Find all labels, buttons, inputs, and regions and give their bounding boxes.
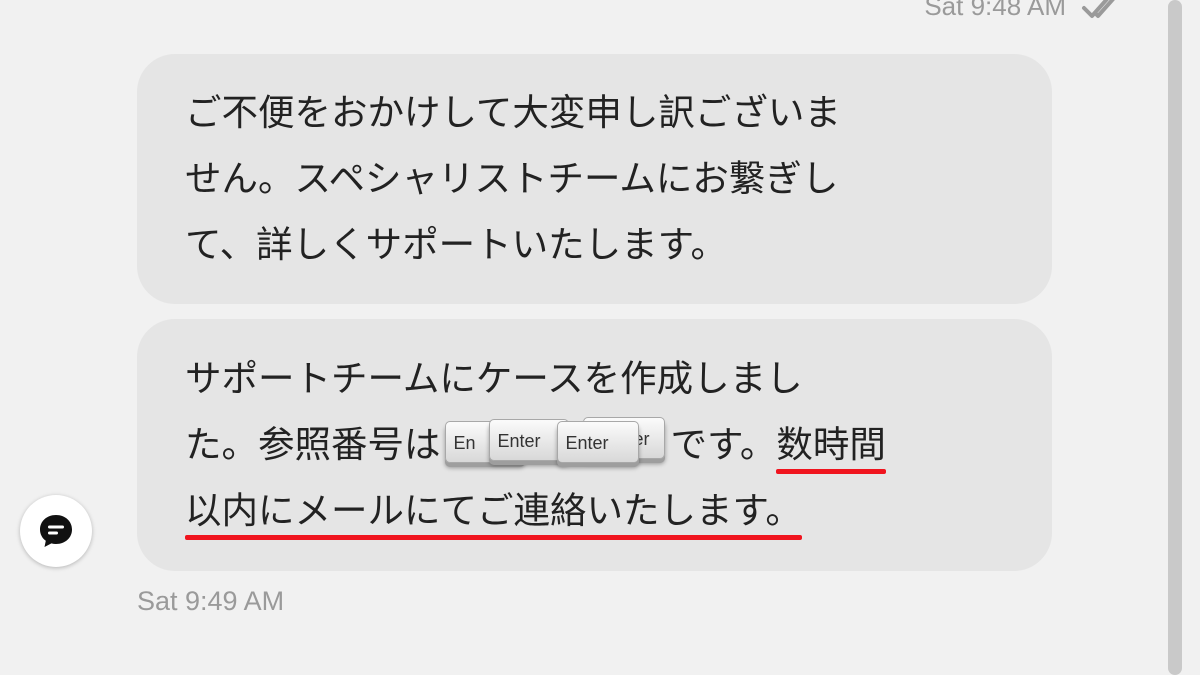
message-line: た。参照番号は En er Enter Enter です。数時間: [185, 412, 1004, 478]
message-line: ご不便をおかけして大変申し訳ございま: [185, 91, 841, 134]
double-check-icon: [1080, 0, 1120, 26]
underlined-highlight: 以内にメールにてご連絡いたします。: [185, 478, 802, 544]
scrollbar[interactable]: [1168, 0, 1182, 675]
message-line: て、詳しくサポートいたします。: [185, 223, 728, 266]
message-text: です。: [670, 423, 777, 466]
message-line: 以内にメールにてご連絡いたします。: [185, 478, 1004, 544]
chat-bubble-icon[interactable]: [20, 495, 92, 567]
redacted-reference-number: En er Enter Enter: [444, 415, 667, 475]
previous-message-timestamp: Sat 9:48 AM: [924, 0, 1066, 21]
message-bubble-case-created: サポートチームにケースを作成しまし た。参照番号は En er Enter Enter で…: [137, 319, 1052, 571]
message-line: サポートチームにケースを作成しまし: [185, 357, 803, 400]
underlined-highlight: 数時間: [776, 412, 886, 478]
keycap: Enter: [556, 421, 639, 463]
message-bubble-apology: ご不便をおかけして大変申し訳ございま せん。スペシャリストチームにお繋ぎし て、…: [137, 54, 1052, 304]
previous-message-meta: Sat 9:48 AM: [924, 0, 1120, 26]
scrollbar-thumb[interactable]: [1168, 0, 1182, 675]
reference-label: た。参照番号は: [185, 423, 441, 466]
chat-viewport: Sat 9:48 AM ご不便をおかけして大変申し訳ございま せん。スペシャリス…: [0, 0, 1200, 675]
message-line: せん。スペシャリストチームにお繋ぎし: [185, 157, 839, 200]
message-timestamp: Sat 9:49 AM: [137, 586, 285, 616]
